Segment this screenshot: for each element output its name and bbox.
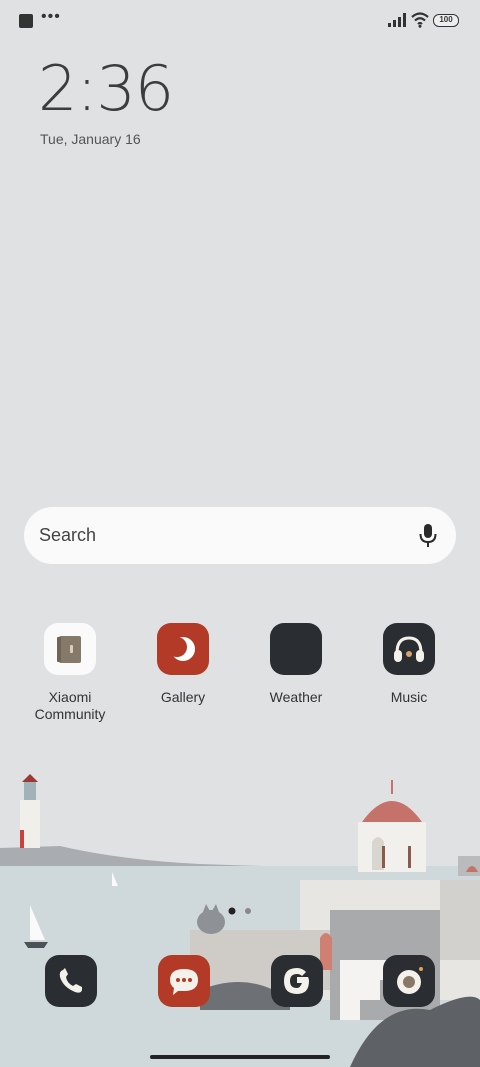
- app-gallery[interactable]: Gallery: [133, 623, 233, 706]
- app-weather[interactable]: Weather: [246, 623, 346, 706]
- chat-icon: [170, 969, 198, 995]
- microphone-icon[interactable]: [418, 523, 438, 549]
- app-label: Weather: [269, 689, 323, 705]
- wallpaper-scenery: [0, 774, 480, 1067]
- signal-icon: [388, 13, 406, 27]
- google-icon: [284, 968, 309, 994]
- status-bar: ••• 100: [0, 0, 480, 40]
- dock-camera[interactable]: [383, 955, 435, 1007]
- gallery-icon: [157, 623, 209, 675]
- dock-messages[interactable]: [158, 955, 210, 1007]
- app-music[interactable]: Music: [359, 623, 459, 706]
- headphones-icon: [383, 623, 435, 675]
- phone-icon: [59, 968, 82, 993]
- search-placeholder: Search: [39, 525, 97, 545]
- home-indicator-bar[interactable]: [150, 1055, 330, 1059]
- dock-phone[interactable]: [45, 955, 97, 1007]
- app-label: Music: [390, 689, 428, 705]
- search-bar[interactable]: Search: [24, 507, 456, 564]
- dock-google[interactable]: [271, 955, 323, 1007]
- app-label: Gallery: [160, 689, 206, 705]
- app-label: Xiaomi Community: [34, 689, 106, 722]
- camera-icon: [397, 967, 423, 994]
- weather-icon: [270, 623, 322, 675]
- notification-square-icon: [19, 14, 33, 28]
- book-icon: [44, 623, 96, 675]
- more-notifications-icon: •••: [41, 8, 61, 25]
- app-xiaomi-community[interactable]: Xiaomi Community: [20, 623, 120, 723]
- clock-time[interactable]: 2:36: [38, 52, 174, 125]
- wifi-icon: [411, 12, 429, 28]
- clock-date[interactable]: Tue, January 16: [40, 131, 141, 147]
- battery-indicator: 100: [433, 14, 459, 27]
